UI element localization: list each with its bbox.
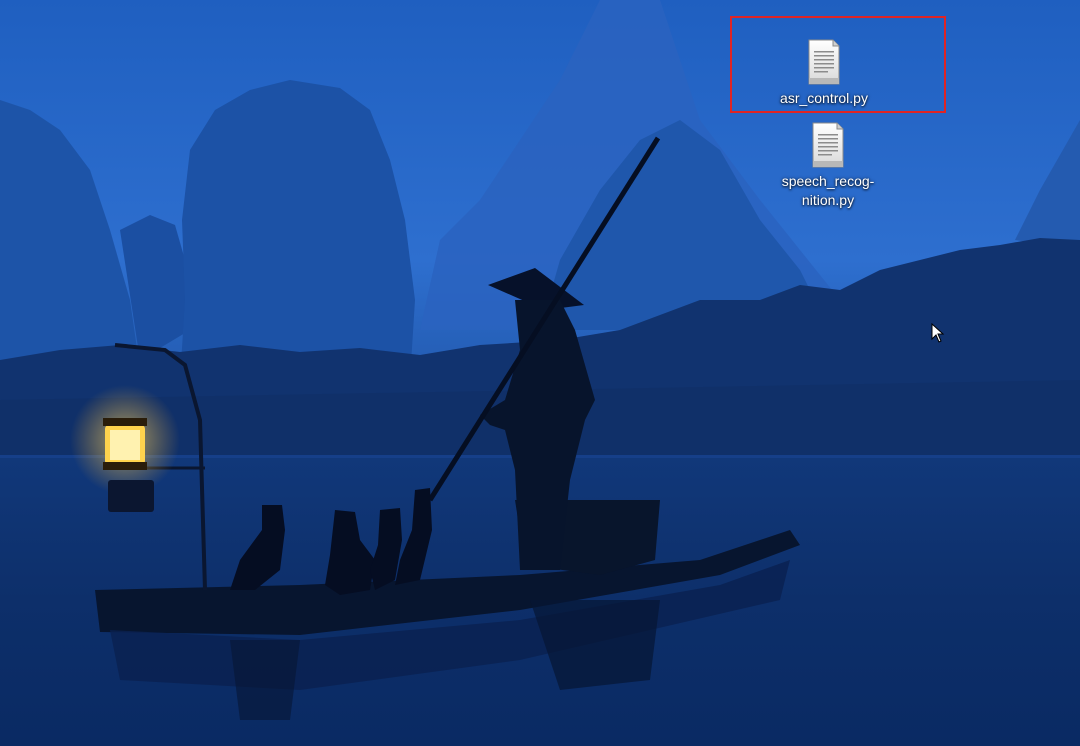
- desktop-icon-label: speech_recog- nition.py: [781, 173, 875, 208]
- arrow-cursor-icon: [931, 323, 945, 343]
- text-file-icon: [808, 39, 840, 85]
- desktop-icon-asr-control[interactable]: asr_control.py: [764, 38, 884, 108]
- text-file-icon: [812, 122, 844, 168]
- desktop[interactable]: asr_control.py speech_recog- nition.py: [0, 0, 1080, 746]
- desktop-icon-speech-recognition[interactable]: speech_recog- nition.py: [768, 121, 888, 210]
- desktop-icon-label: asr_control.py: [780, 90, 868, 106]
- wallpaper-image: [0, 0, 1080, 746]
